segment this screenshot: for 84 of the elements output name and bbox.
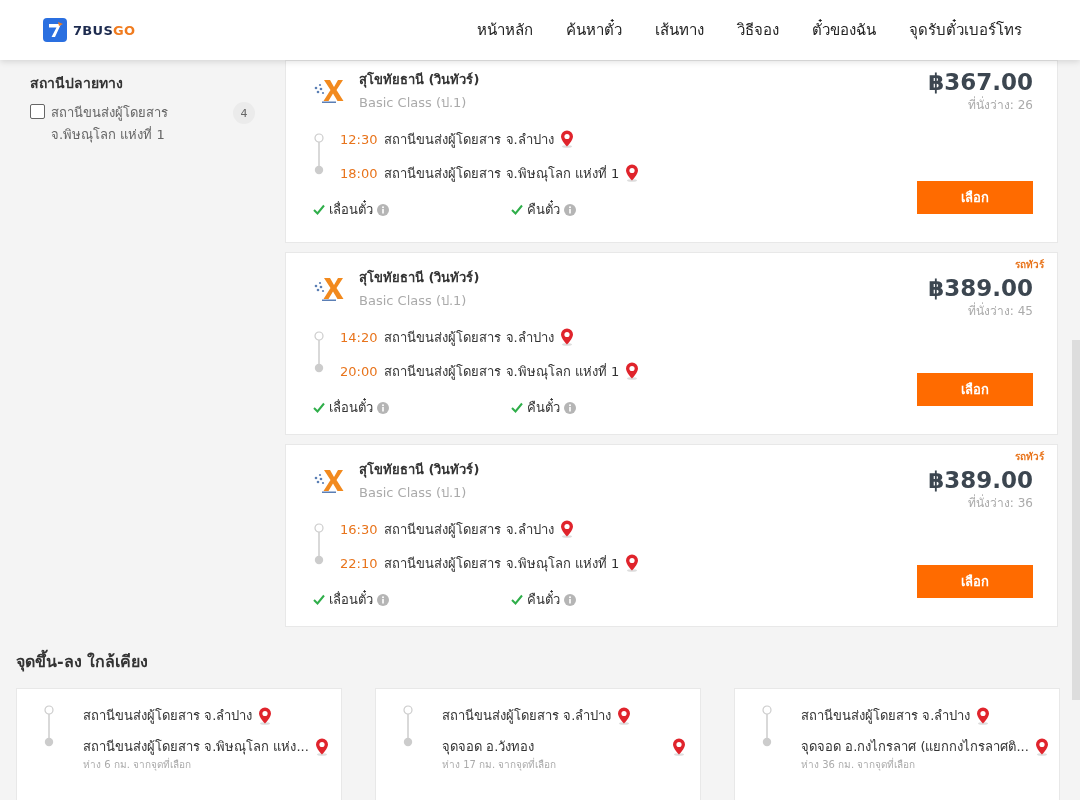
nearby-card[interactable]: สถานีขนส่งผู้โดยสาร จ.ลำปาง จุดจอด อ.วังทอง ห่าง 17 กม. จากจุดที่เลือก [375, 688, 701, 800]
station-name: สถานีขนส่งผู้โดยสาร จ.ลำปาง [384, 520, 554, 540]
departure-time: 12:30 [340, 131, 378, 147]
seats-available: ที่นั่งว่าง: 36 [967, 493, 1033, 512]
map-pin-icon [625, 164, 640, 182]
price: ฿389.00 [928, 275, 1033, 301]
feature-label: เลื่อนตั๋ว [329, 199, 373, 219]
logo-icon [43, 18, 67, 42]
price: ฿389.00 [928, 467, 1033, 493]
seats-available: ที่นั่งว่าง: 26 [967, 95, 1033, 114]
operator-name: สุโขทัยธานี (วินทัวร์) [359, 269, 480, 288]
feature-label: คืนตั๋ว [527, 589, 560, 609]
distance-text: ห่าง 17 กม. จากจุดที่เลือก [442, 757, 558, 772]
map-pin-icon [1034, 737, 1049, 756]
feature-label: คืนตั๋ว [527, 397, 560, 417]
bus-class: Basic Class (ป.1) [359, 94, 468, 112]
route-line-icon [402, 705, 414, 747]
station-name: สถานีขนส่งผู้โดยสาร จ.พิษณุโลก แห่ง... [83, 738, 309, 757]
checkbox[interactable] [30, 104, 45, 119]
map-pin-icon [559, 520, 574, 538]
map-pin-icon [617, 706, 632, 725]
station-name: สถานีขนส่งผู้โดยสาร จ.พิษณุโลก แห่งที่ 1 [384, 554, 620, 574]
info-icon[interactable] [377, 593, 389, 606]
bus-class: Basic Class (ป.1) [359, 292, 468, 310]
count-badge: 4 [233, 102, 255, 124]
route-line-icon [761, 705, 773, 747]
route-line-icon [313, 523, 325, 565]
station-name: สถานีขนส่งผู้โดยสาร จ.ลำปาง [83, 707, 253, 726]
logo-text[interactable]: 7BUSGO [73, 22, 136, 38]
map-pin-icon [559, 130, 574, 148]
map-pin-icon [625, 362, 640, 380]
operator-name: สุโขทัยธานี (วินทัวร์) [359, 71, 480, 90]
nav-link[interactable]: วิธีจอง [737, 18, 779, 42]
station-name: สถานีขนส่งผู้โดยสาร จ.พิษณุโลก แห่งที่ 1 [384, 362, 620, 382]
nav-link[interactable]: ค้นหาตั๋ว [566, 18, 622, 42]
nearby-card[interactable]: สถานีขนส่งผู้โดยสาร จ.ลำปาง จุดจอด อ.กงไกรลาศ (แยกกงไกรลาศติ... ห่าง 36 กม. จากจุดที่เลือก [734, 688, 1060, 800]
station-name: สถานีขนส่งผู้โดยสาร จ.ลำปาง [442, 707, 612, 726]
nav-link[interactable]: ตั๋วของฉัน [812, 18, 876, 42]
station-name: จุดจอด อ.กงไกรลาศ (แยกกงไกรลาศติ... [801, 738, 1029, 757]
info-icon[interactable] [564, 401, 576, 414]
map-pin-icon [314, 737, 329, 756]
bus-type-tag: รถทัวร์ [1015, 257, 1044, 272]
station-name: สถานีขนส่งผู้โดยสาร จ.ลำปาง [384, 328, 554, 348]
nav-link[interactable]: จุดรับตั๋วเบอร์โทร [909, 18, 1022, 42]
price: ฿367.00 [928, 69, 1033, 95]
feature-label: เลื่อนตั๋ว [329, 397, 373, 417]
route-line-icon [313, 331, 325, 373]
map-pin-icon [976, 706, 991, 725]
departure-time: 18:00 [340, 165, 378, 181]
feature-label: คืนตั๋ว [527, 199, 560, 219]
seats-available: ที่นั่งว่าง: 45 [967, 301, 1033, 320]
station-name: สถานีขนส่งผู้โดยสาร จ.ลำปาง [801, 707, 971, 726]
operator-logo-icon [313, 468, 345, 494]
departure-time: 14:20 [340, 329, 378, 345]
station-name: สถานีขนส่งผู้โดยสาร จ.พิษณุโลก แห่งที่ 1 [384, 164, 620, 184]
info-icon[interactable] [377, 401, 389, 414]
operator-logo-icon [313, 276, 345, 302]
info-icon[interactable] [564, 203, 576, 216]
station-name: จุดจอด อ.วังทอง [442, 738, 535, 757]
section-title: จุดขึ้น-ลง ใกล้เคียง [16, 649, 1058, 674]
bus-class: Basic Class (ป.1) [359, 484, 468, 502]
feature-label: เลื่อนตั๋ว [329, 589, 373, 609]
distance-text: ห่าง 36 กม. จากจุดที่เลือก [801, 757, 917, 772]
operator-logo-icon [313, 78, 345, 104]
map-pin-icon [672, 737, 686, 756]
route-line-icon [313, 133, 325, 175]
station-name: สถานีขนส่งผู้โดยสาร จ.ลำปาง [384, 130, 554, 150]
nav-link[interactable]: หน้าหลัก [477, 18, 533, 42]
nearby-card[interactable]: สถานีขนส่งผู้โดยสาร จ.ลำปาง สถานีขนส่งผู้โดยสาร จ.พิษณุโลก แห่ง... ห่าง 6 กม. จากจุดที่เลือก [16, 688, 342, 800]
map-pin-icon [559, 328, 574, 346]
departure-time: 22:10 [340, 555, 378, 571]
info-icon[interactable] [377, 203, 389, 216]
distance-text: ห่าง 6 กม. จากจุดที่เลือก [83, 757, 193, 772]
filter-title: สถานีปลายทาง [30, 74, 124, 93]
departure-time: 20:00 [340, 363, 378, 379]
map-pin-icon [258, 706, 273, 725]
filter-option-label[interactable]: สถานีขนส่งผู้โดยสาร จ.พิษณุโลก แห่งที่ 1 [51, 102, 227, 146]
route-line-icon [43, 705, 55, 747]
departure-time: 16:30 [340, 521, 378, 537]
operator-name: สุโขทัยธานี (วินทัวร์) [359, 461, 480, 480]
bus-type-tag: รถทัวร์ [1015, 449, 1044, 464]
info-icon[interactable] [564, 593, 576, 606]
map-pin-icon [625, 554, 640, 572]
nav-link[interactable]: เส้นทาง [655, 18, 704, 42]
